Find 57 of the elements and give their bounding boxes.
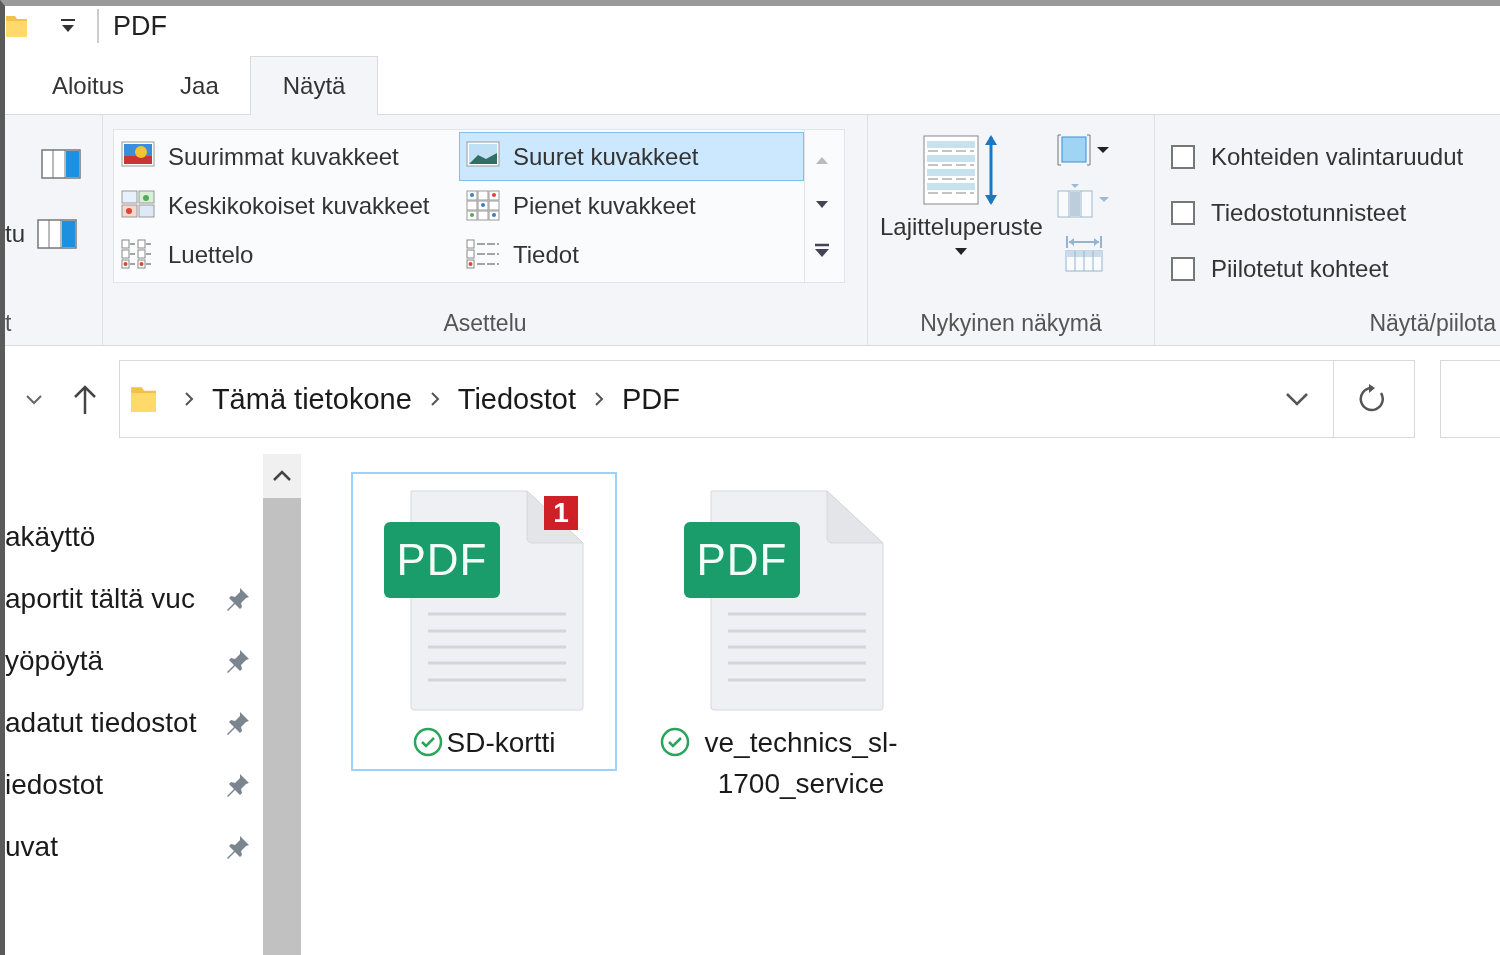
search-field[interactable] (1440, 360, 1500, 438)
window-title: PDF (113, 10, 167, 42)
checkbox[interactable] (1171, 201, 1195, 225)
checkbox[interactable] (1171, 145, 1195, 169)
group-label: t (5, 310, 13, 338)
view-option[interactable]: Suuret kuvakkeet (459, 132, 804, 181)
ribbon-tab[interactable]: Näytä (249, 56, 379, 115)
file-item[interactable]: PDF 1 SD-kortti (351, 472, 617, 771)
group-label: Asettelu (442, 310, 528, 338)
chevron-icon[interactable] (594, 391, 604, 407)
chevron-icon[interactable] (183, 391, 194, 407)
breadcrumb[interactable]: Tiedostot (457, 382, 576, 416)
ribbon-tab[interactable]: Aloitus (15, 56, 166, 115)
checkbox[interactable] (1171, 257, 1195, 281)
group-label: Näytä/piilota (1368, 310, 1497, 338)
scrollbar[interactable] (263, 454, 301, 955)
view-option[interactable]: Keskikokoiset kuvakkeet (114, 181, 459, 230)
view-option[interactable]: Suurimmat kuvakkeet (114, 132, 459, 181)
dropdown-icon[interactable] (1285, 392, 1310, 406)
view-option-icon (120, 190, 156, 221)
file-item[interactable]: PDF ve_technics_sl-1700_service (651, 472, 917, 812)
file-name: SD-kortti (446, 726, 556, 760)
sort-by-button[interactable]: Lajitteluperuste (880, 129, 1043, 309)
file-name: ve_technics_sl-1700_service (703, 726, 899, 801)
breadcrumb[interactable]: Tämä tietokone (211, 382, 412, 416)
nav-item[interactable]: aportit tältä vuc (5, 583, 226, 615)
checkbox-label[interactable]: Piilotetut kohteet (1211, 255, 1389, 283)
recent-locations-icon[interactable] (25, 393, 43, 405)
file-type-label: PDF (684, 522, 800, 598)
sort-icon (923, 133, 1000, 207)
view-option[interactable]: Luettelo (114, 230, 459, 279)
preview-pane-icon[interactable] (41, 149, 81, 179)
details-pane-icon[interactable] (37, 219, 77, 249)
nav-item[interactable]: akäyttö (5, 521, 260, 553)
checkbox-label[interactable]: Tiedostotunnisteet (1211, 199, 1407, 227)
chevron-icon[interactable] (429, 391, 440, 407)
caret-icon (954, 247, 969, 256)
checkbox-label[interactable]: Kohteiden valintaruudut (1211, 143, 1464, 171)
breadcrumb[interactable]: PDF (622, 382, 680, 416)
nav-item[interactable]: iedostot (5, 769, 226, 801)
file-type-label: PDF (384, 522, 500, 598)
group-label: Nykyinen näkymä (919, 310, 1103, 338)
button-label[interactable]: tu (5, 220, 25, 248)
up-arrow-icon[interactable] (72, 383, 97, 415)
group-by-icon[interactable] (1056, 133, 1111, 167)
view-option-icon (465, 239, 501, 270)
view-option[interactable]: Pienet kuvakkeet (459, 181, 804, 230)
nav-item[interactable]: adatut tiedostot (5, 707, 226, 739)
expand-gallery-icon[interactable] (814, 242, 830, 258)
view-option-icon (465, 190, 501, 221)
scroll-up-icon[interactable] (272, 470, 292, 482)
address-bar[interactable]: Tämä tietokone Tiedostot PDF (118, 360, 1416, 438)
nav-item[interactable]: yöpöytä (5, 645, 226, 677)
nav-item[interactable]: uvat (5, 831, 226, 863)
count-badge: 1 (544, 496, 578, 530)
ribbon-tab[interactable]: Jaa (165, 56, 250, 115)
view-option[interactable]: Tiedot (459, 230, 804, 279)
